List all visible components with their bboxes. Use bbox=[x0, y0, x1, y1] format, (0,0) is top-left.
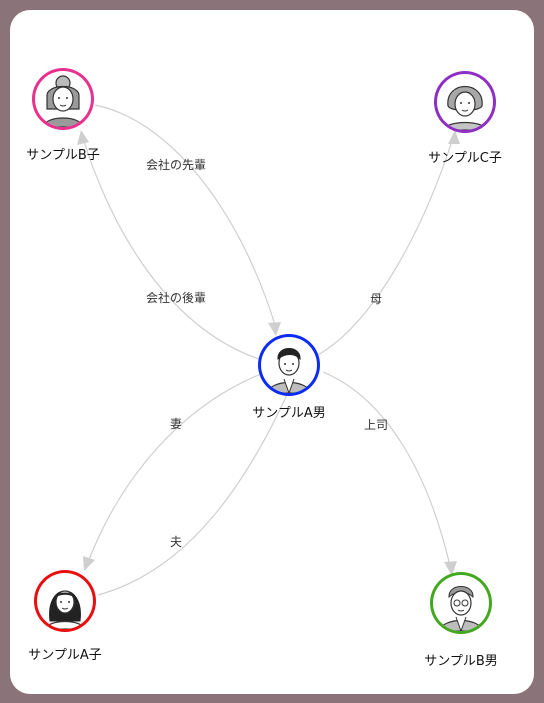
woman-longhair-icon bbox=[37, 573, 93, 629]
edge-label: 妻 bbox=[170, 417, 182, 431]
node-sample-c-ko[interactable]: サンプルC子 bbox=[428, 71, 502, 166]
node-label: サンプルC子 bbox=[428, 151, 502, 166]
woman-elder-icon bbox=[437, 74, 493, 130]
man-elder-glasses-icon bbox=[433, 575, 489, 631]
arrowhead bbox=[77, 130, 89, 145]
edge-label: 母 bbox=[370, 292, 382, 306]
edge-label: 会社の後輩 bbox=[146, 290, 206, 305]
edge-label: 夫 bbox=[170, 535, 182, 549]
node-sample-b-otoko[interactable]: サンプルB男 bbox=[424, 572, 498, 669]
man-young-icon bbox=[261, 337, 317, 393]
edge-label: 会社の先輩 bbox=[146, 157, 206, 172]
node-label: サンプルB男 bbox=[424, 654, 498, 669]
diagram-card: 会社の先輩 会社の後輩 母 妻 夫 上司 サンプルB子 サンプルC子 サンプルA… bbox=[10, 10, 534, 694]
node-sample-a-otoko[interactable]: サンプルA男 bbox=[252, 334, 326, 421]
node-sample-a-ko[interactable]: サンプルA子 bbox=[28, 570, 102, 663]
node-sample-b-ko[interactable]: サンプルB子 bbox=[26, 68, 100, 163]
edge-a-otoko-to-a-ko bbox=[87, 371, 267, 563]
edge-label: 上司 bbox=[364, 418, 388, 432]
node-label: サンプルA子 bbox=[28, 648, 102, 663]
woman-bun-icon bbox=[35, 71, 91, 127]
arrowhead bbox=[83, 556, 95, 571]
relationship-graph: 会社の先輩 会社の後輩 母 妻 夫 上司 サンプルB子 サンプルC子 サンプルA… bbox=[26, 68, 502, 669]
node-label: サンプルA男 bbox=[252, 406, 326, 421]
edge-a-otoko-to-c-ko bbox=[317, 137, 454, 356]
node-label: サンプルB子 bbox=[26, 148, 100, 163]
arrowhead bbox=[268, 322, 281, 336]
edge-a-otoko-to-b-otoko bbox=[322, 371, 451, 567]
